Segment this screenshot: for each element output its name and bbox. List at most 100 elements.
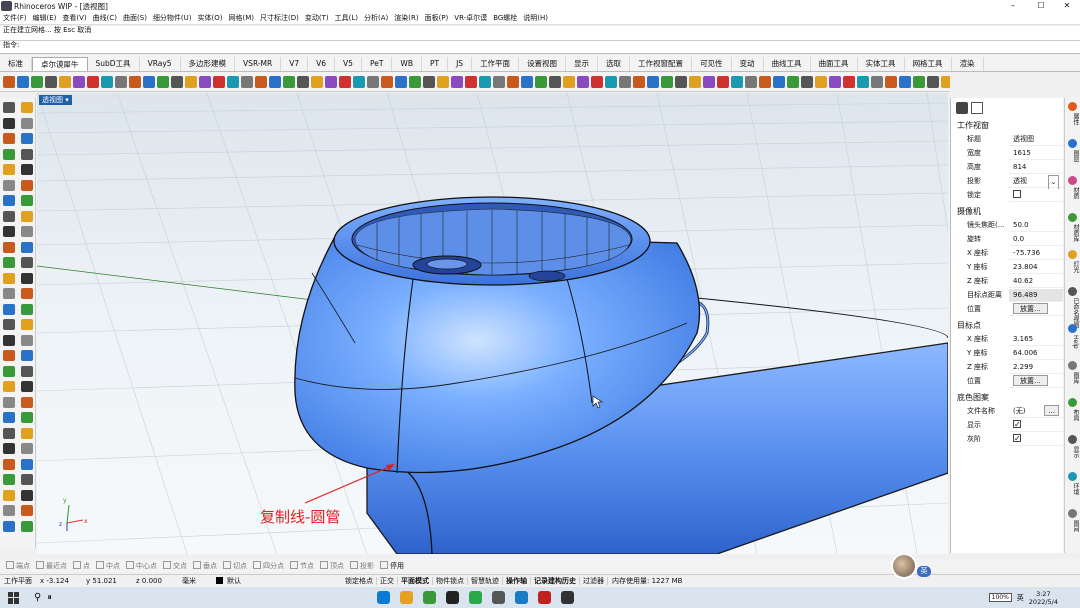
left-tool-icon[interactable] <box>3 272 15 284</box>
left-tool-icon[interactable] <box>3 164 15 175</box>
toolbar-tool-icon[interactable] <box>381 75 393 88</box>
toolbar-tab[interactable]: PT <box>422 57 449 71</box>
toolbar-tool-icon[interactable] <box>577 75 589 88</box>
snap-option[interactable]: 切点 <box>223 561 247 571</box>
property-value[interactable]: 放置... <box>1009 302 1063 316</box>
property-value[interactable]: 0.0 <box>1009 232 1063 246</box>
toolbar-tool-icon[interactable] <box>479 75 491 88</box>
side-tab[interactable]: 属性 <box>1067 113 1079 125</box>
toolbar-tool-icon[interactable] <box>745 75 757 88</box>
toolbar-tab[interactable]: 显示 <box>566 57 599 71</box>
side-tab[interactable]: Help <box>1067 335 1079 349</box>
toolbar-tab[interactable]: 实体工具 <box>858 57 905 71</box>
left-tool-icon[interactable] <box>21 334 33 346</box>
toolbar-tool-icon[interactable] <box>311 75 323 88</box>
toolbar-tab[interactable]: 可见性 <box>692 57 732 71</box>
perspective-viewport[interactable]: 透视图 ▾ 复制线-圆管 x y z <box>37 93 948 554</box>
property-value[interactable]: 放置... <box>1009 374 1063 388</box>
snap-option[interactable]: 点 <box>73 561 90 571</box>
toolbar-tool-icon[interactable] <box>647 75 659 88</box>
toolbar-tab[interactable]: V5 <box>335 57 362 71</box>
snap-option[interactable]: 节点 <box>290 561 314 571</box>
left-tool-icon[interactable] <box>21 164 33 175</box>
side-tab-icon[interactable] <box>1068 176 1077 185</box>
left-tool-icon[interactable] <box>3 288 15 299</box>
toolbar-tool-icon[interactable] <box>689 75 701 88</box>
toolbar-tool-icon[interactable] <box>787 75 799 88</box>
side-tab-icon[interactable] <box>1068 398 1077 407</box>
snap-option[interactable]: 顶点 <box>320 561 344 571</box>
left-tool-icon[interactable] <box>21 365 33 377</box>
battery-indicator[interactable]: 100% <box>988 593 1012 602</box>
side-tab-icon[interactable] <box>1068 361 1077 370</box>
status-toggle[interactable]: 平面模式 <box>398 576 433 585</box>
property-value[interactable] <box>1009 418 1063 432</box>
left-tool-icon[interactable] <box>3 381 15 392</box>
side-tab[interactable]: 灯光 <box>1067 261 1079 273</box>
toolbar-tool-icon[interactable] <box>535 75 547 88</box>
toolbar-tool-icon[interactable] <box>185 75 197 88</box>
toolbar-tool-icon[interactable] <box>801 75 813 88</box>
left-tool-icon[interactable] <box>3 117 15 129</box>
left-tool-icon[interactable] <box>3 505 15 516</box>
snap-option[interactable]: 端点 <box>6 561 30 571</box>
toolbar-tool-icon[interactable] <box>563 75 575 88</box>
toolbar-tool-icon[interactable] <box>521 75 533 88</box>
property-value[interactable]: 1615 <box>1009 146 1063 160</box>
toolbar-tool-icon[interactable] <box>339 75 351 88</box>
left-tool-icon[interactable] <box>3 520 15 532</box>
property-value[interactable]: 814 <box>1009 160 1063 174</box>
left-tool-icon[interactable] <box>21 272 33 284</box>
toolbar-tool-icon[interactable] <box>675 75 687 88</box>
place-button[interactable]: 放置... <box>1013 302 1048 314</box>
property-value[interactable]: 3.165 <box>1009 332 1063 346</box>
chrome-icon[interactable] <box>422 591 436 604</box>
toolbar-tool-icon[interactable] <box>507 75 519 88</box>
toolbar-tool-icon[interactable] <box>885 75 897 88</box>
app-icon-1[interactable] <box>376 591 390 604</box>
toolbar-tool-icon[interactable] <box>731 75 743 88</box>
snap-option[interactable]: 四分点 <box>253 561 284 571</box>
left-tool-icon[interactable] <box>21 257 33 268</box>
status-toggle[interactable]: 智慧轨迹 <box>468 576 503 585</box>
property-value[interactable]: -75.736 <box>1009 246 1063 260</box>
left-tool-icon[interactable] <box>3 210 15 222</box>
toolbar-tab[interactable]: V6 <box>308 57 336 71</box>
left-tool-icon[interactable] <box>3 319 15 330</box>
toolbar-tool-icon[interactable] <box>661 75 673 88</box>
left-tool-icon[interactable] <box>3 458 15 470</box>
property-value[interactable]: 23.804 <box>1009 260 1063 274</box>
left-tool-icon[interactable] <box>21 412 33 423</box>
toolbar-tool-icon[interactable] <box>325 75 337 88</box>
toolbar-tool-icon[interactable] <box>269 75 281 88</box>
toolbar-tool-icon[interactable] <box>605 75 617 88</box>
toolbar-tool-icon[interactable] <box>199 75 211 88</box>
property-value[interactable]: 50.0 <box>1009 218 1063 232</box>
menu-item[interactable]: VR-卓尔谟 <box>451 13 490 23</box>
left-tool-icon[interactable] <box>3 303 15 315</box>
snap-option[interactable]: 垂点 <box>193 561 217 571</box>
left-tool-icon[interactable] <box>21 148 33 160</box>
toolbar-tool-icon[interactable] <box>171 75 183 88</box>
toolbar-tool-icon[interactable] <box>297 75 309 88</box>
toolbar-tool-icon[interactable] <box>591 75 603 88</box>
property-value[interactable]: 透视图 <box>1009 132 1063 146</box>
left-tool-icon[interactable] <box>21 427 33 439</box>
left-tool-icon[interactable] <box>21 319 33 330</box>
menu-item[interactable]: 网格(M) <box>226 13 258 23</box>
left-tool-icon[interactable] <box>21 505 33 516</box>
toolbar-tool-icon[interactable] <box>395 75 407 88</box>
side-tab[interactable]: 图库 <box>1067 372 1079 384</box>
status-layer[interactable]: 默认 <box>212 576 342 586</box>
toolbar-tab[interactable]: 多边形建模 <box>181 57 236 71</box>
left-tool-icon[interactable] <box>3 195 15 206</box>
toolbar-tool-icon[interactable] <box>437 75 449 88</box>
status-toggle[interactable]: 记录建构历史 <box>531 576 580 585</box>
toolbar-tool-icon[interactable] <box>899 75 911 88</box>
toolbar-tool-icon[interactable] <box>773 75 785 88</box>
toolbar-tool-icon[interactable] <box>157 75 169 88</box>
side-tab-icon[interactable] <box>1068 139 1077 148</box>
property-value[interactable]: 透视 ⌄ <box>1009 174 1063 190</box>
toolbar-tool-icon[interactable] <box>115 75 127 88</box>
wechat-icon[interactable] <box>468 591 482 604</box>
